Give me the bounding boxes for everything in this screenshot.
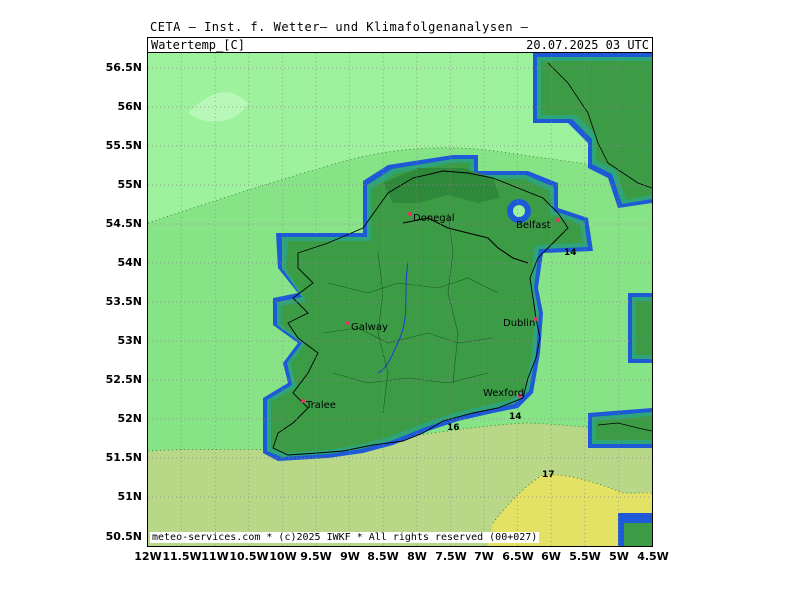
contour-label: 14 <box>564 248 577 258</box>
lough-neagh <box>513 205 525 217</box>
lat-label: 56N <box>117 100 142 113</box>
city-label-dublin: Dublin <box>503 318 535 329</box>
city-label-belfast: Belfast <box>516 220 551 231</box>
city-marker-donegal <box>408 212 412 216</box>
map-titlebar: Watertemp_[C] 20.07.2025 03 UTC <box>147 37 653 52</box>
city-marker-tralee <box>301 399 305 403</box>
city-label-galway: Galway <box>351 322 388 333</box>
lat-label: 54N <box>117 256 142 269</box>
lat-label: 55N <box>117 178 142 191</box>
lat-label: 51N <box>117 490 142 503</box>
city-marker-galway <box>346 321 350 325</box>
lat-label: 54.5N <box>105 217 142 230</box>
city-label-wexford: Wexford <box>483 388 524 399</box>
header-title: CETA — Inst. f. Wetter— und Klimafolgena… <box>150 20 529 34</box>
city-label-donegal: Donegal <box>413 213 455 224</box>
lat-label: 53.5N <box>105 295 142 308</box>
lat-label: 50.5N <box>105 530 142 543</box>
lat-label: 51.5N <box>105 451 142 464</box>
credits-text: meteo-services.com * (c)2025 IWKF * All … <box>150 532 540 543</box>
lon-label: 4.5W <box>637 550 669 563</box>
lat-label: 56.5N <box>105 61 142 74</box>
contour-label: 14 <box>509 412 522 422</box>
city-marker-belfast <box>556 218 560 222</box>
map-svg: Donegal Belfast Galway Dublin Tralee Wex… <box>148 53 652 546</box>
city-label-tralee: Tralee <box>305 400 336 411</box>
lat-label: 52N <box>117 412 142 425</box>
lat-label: 55.5N <box>105 139 142 152</box>
field-label: Watertemp_[C] <box>151 38 245 52</box>
lat-label: 52.5N <box>105 373 142 386</box>
contour-label: 16 <box>447 423 460 433</box>
map-canvas: Donegal Belfast Galway Dublin Tralee Wex… <box>147 52 653 547</box>
contour-label: 17 <box>542 470 555 480</box>
lat-label: 53N <box>117 334 142 347</box>
valid-datetime: 20.07.2025 03 UTC <box>526 38 649 52</box>
